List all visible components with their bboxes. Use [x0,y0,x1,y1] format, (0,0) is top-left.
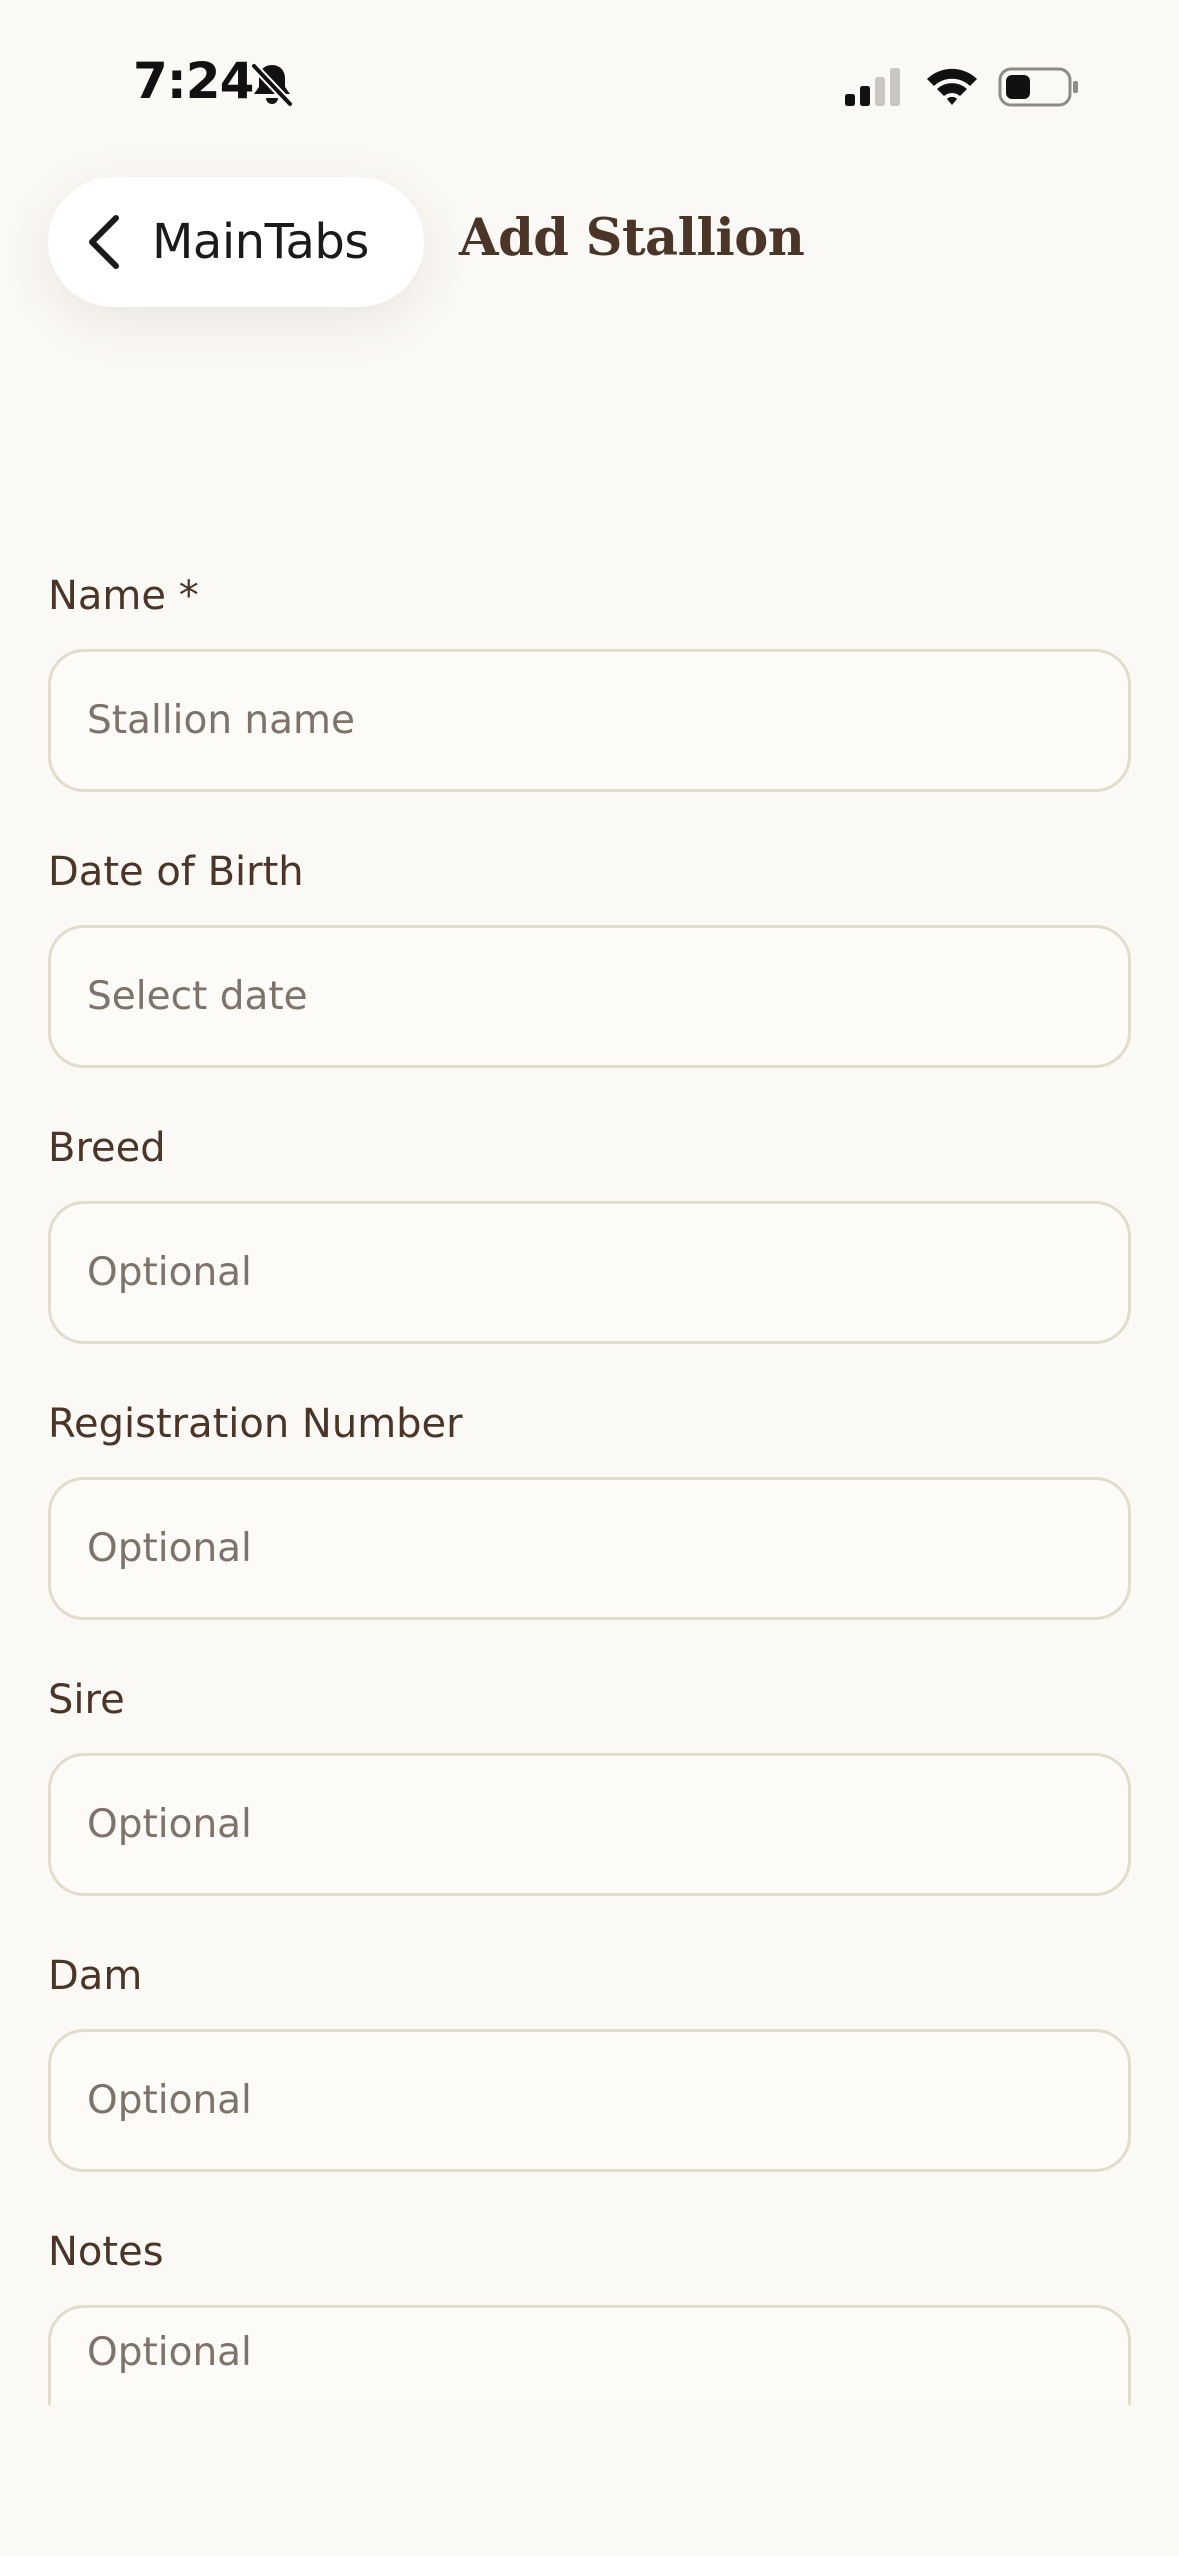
bell-off-icon [250,62,294,108]
chevron-left-icon [89,215,119,269]
dam-input[interactable] [48,2029,1131,2172]
back-button[interactable]: MainTabs [48,177,424,307]
date-of-birth-input[interactable] [48,925,1131,1068]
status-bar: 7:24 [0,0,1179,175]
sire-input[interactable] [48,1753,1131,1896]
name-input[interactable] [48,649,1131,792]
page-title: Add Stallion [459,208,805,268]
status-time: 7:24 [133,52,254,110]
name-label: Name * [48,573,199,619]
notes-input[interactable] [48,2305,1131,2405]
cellular-signal-icon [845,68,900,106]
dam-label: Dam [48,1953,143,1999]
registration-number-label: Registration Number [48,1401,463,1447]
registration-number-input[interactable] [48,1477,1131,1620]
date-of-birth-label: Date of Birth [48,849,304,895]
sire-label: Sire [48,1677,125,1723]
back-label: MainTabs [152,214,369,270]
notes-field-container [48,2305,1131,2405]
notes-label: Notes [48,2229,164,2275]
battery-icon [998,67,1078,107]
breed-input[interactable] [48,1201,1131,1344]
wifi-icon [927,68,977,105]
breed-label: Breed [48,1125,166,1171]
